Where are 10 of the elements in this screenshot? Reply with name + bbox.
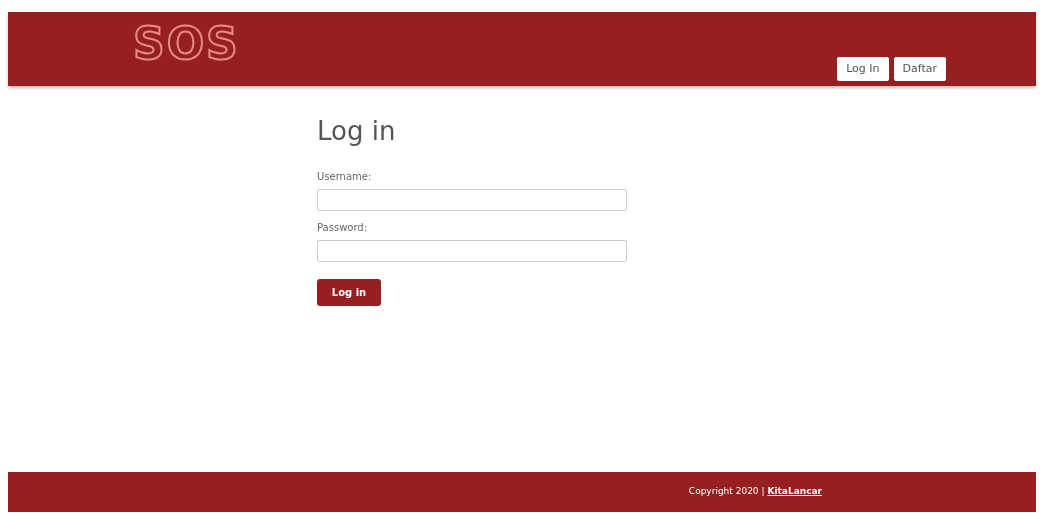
field-label: Username: xyxy=(317,170,372,184)
nav-button[interactable]: Daftar xyxy=(893,57,946,81)
copyright-text: Copyright 2020 | xyxy=(688,485,765,499)
input-field[interactable] xyxy=(317,189,627,211)
input-field[interactable] xyxy=(317,240,627,262)
field-label: Password: xyxy=(317,221,368,235)
login-button[interactable]: Log in xyxy=(317,279,381,306)
page-title: Log in xyxy=(317,118,396,144)
footer-link[interactable]: KitaLancar xyxy=(767,485,822,499)
nav-button[interactable]: Log In xyxy=(837,57,889,81)
